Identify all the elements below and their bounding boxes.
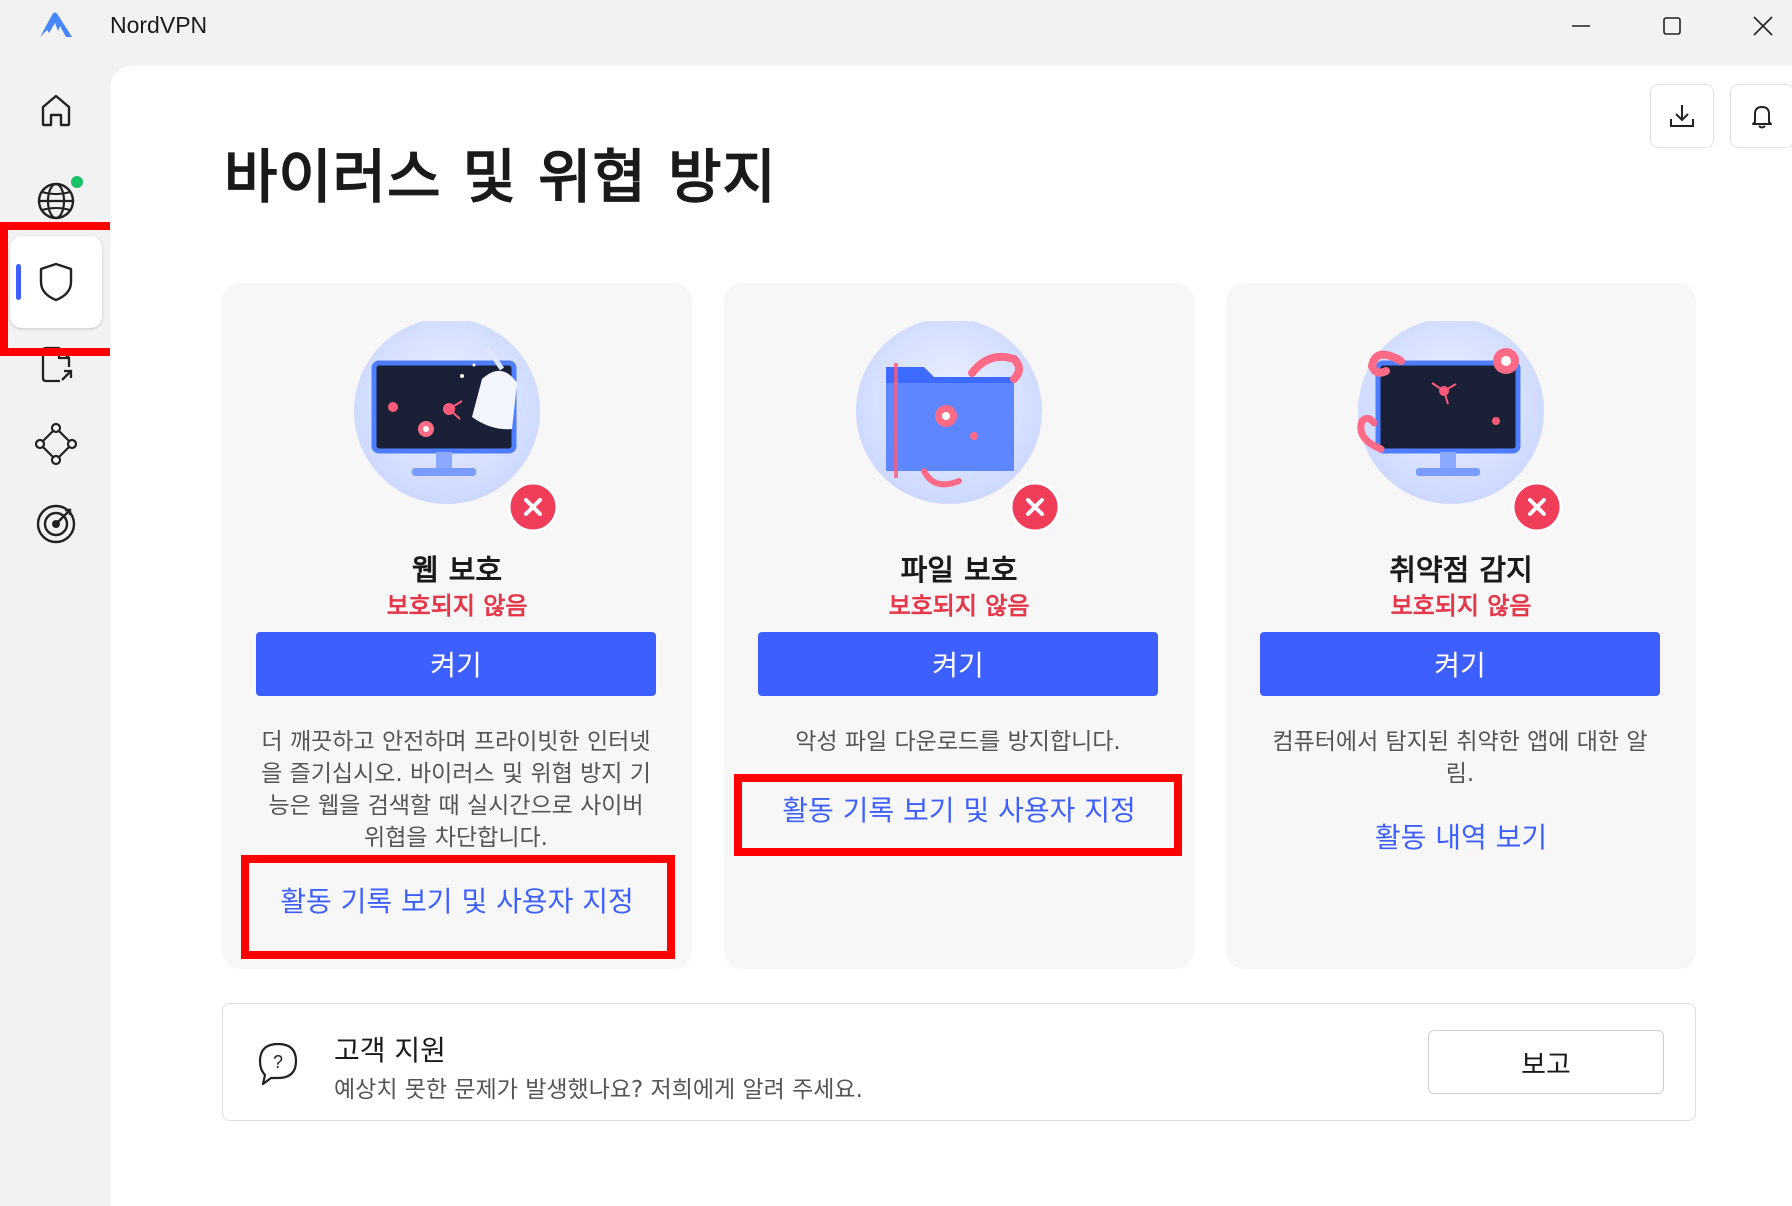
- card-vulnerability-detection: 취약점 감지 보호되지 않음 켜기 컴퓨터에서 탐지된 취약한 앱에 대한 알림…: [1226, 283, 1696, 969]
- view-activity-link[interactable]: 활동 내역 보기: [1226, 816, 1696, 856]
- connected-status-dot: [69, 174, 85, 190]
- bell-icon: [1752, 106, 1772, 129]
- support-title: 고객 지원: [334, 1034, 446, 1067]
- card-file-protection: 파일 보호 보호되지 않음 켜기 악성 파일 다운로드를 방지합니다. 활동 기…: [724, 283, 1194, 969]
- maximize-button[interactable]: [1627, 0, 1717, 52]
- sidebar-item-home[interactable]: [10, 64, 102, 156]
- card-title: 웹 보호: [411, 553, 503, 587]
- report-button[interactable]: 보고: [1428, 1030, 1664, 1094]
- main-panel: 바이러스 및 위협 방지 웹 보호 보호되지 않음 켜기 더 깨끗하고 안전하며…: [110, 66, 1792, 1206]
- close-button[interactable]: [1718, 0, 1792, 52]
- sidebar-item-vpn-globe[interactable]: [10, 155, 102, 247]
- svg-text:?: ?: [273, 1052, 283, 1072]
- error-x-icon: [507, 481, 559, 533]
- card-title: 파일 보호: [900, 553, 1018, 587]
- card-description: 컴퓨터에서 탐지된 취약한 앱에 대한 알림.: [1272, 729, 1648, 787]
- close-icon: [1753, 16, 1773, 36]
- status-label: 보호되지 않음: [386, 592, 528, 620]
- question-chat-icon: ?: [258, 1042, 298, 1086]
- download-icon: [1670, 105, 1694, 127]
- turn-on-button[interactable]: 켜기: [256, 632, 656, 696]
- active-indicator: [16, 264, 21, 300]
- download-button[interactable]: [1650, 84, 1714, 148]
- file-share-icon: [41, 346, 73, 383]
- error-x-icon: [1511, 481, 1563, 533]
- card-description: 악성 파일 다운로드를 방지합니다.: [795, 729, 1121, 755]
- turn-on-button[interactable]: 켜기: [1260, 632, 1660, 696]
- view-activity-link[interactable]: 활동 기록 보기 및 사용자 지정: [222, 880, 692, 920]
- view-activity-link[interactable]: 활동 기록 보기 및 사용자 지정: [724, 789, 1194, 829]
- home-icon: [41, 94, 71, 127]
- page-title: 바이러스 및 위협 방지: [224, 143, 777, 211]
- notifications-button[interactable]: [1730, 84, 1792, 148]
- shield-icon: [39, 262, 73, 302]
- target-icon: [36, 504, 76, 544]
- app-title: NordVPN: [110, 12, 208, 38]
- minimize-button[interactable]: [1536, 0, 1626, 52]
- sidebar-item-dark-web-monitor[interactable]: [10, 478, 102, 570]
- error-x-icon: [1009, 481, 1061, 533]
- sidebar-item-meshnet[interactable]: [10, 398, 102, 490]
- card-description: 더 깨끗하고 안전하며 프라이빗한 인터넷을 즐기십시오. 바이러스 및 위협 …: [261, 729, 651, 851]
- support-bar: ? 고객 지원 예상치 못한 문제가 발생했나요? 저희에게 알려 주세요. 보…: [222, 1003, 1696, 1121]
- status-label: 보호되지 않음: [888, 592, 1030, 620]
- support-subtitle: 예상치 못한 문제가 발생했나요? 저희에게 알려 주세요.: [334, 1077, 863, 1103]
- card-title: 취약점 감지: [1389, 553, 1533, 587]
- status-label: 보호되지 않음: [1390, 592, 1532, 620]
- maximize-icon: [1663, 17, 1681, 35]
- meshnet-icon: [34, 422, 78, 466]
- card-web-protection: 웹 보호 보호되지 않음 켜기 더 깨끗하고 안전하며 프라이빗한 인터넷을 즐…: [222, 283, 692, 969]
- nordvpn-logo-icon: [40, 12, 72, 37]
- sidebar-nav: [0, 52, 110, 1206]
- title-bar: NordVPN: [0, 0, 1792, 52]
- sidebar-item-threat-protection[interactable]: [10, 236, 102, 328]
- minimize-icon: [1572, 25, 1590, 27]
- turn-on-button[interactable]: 켜기: [758, 632, 1158, 696]
